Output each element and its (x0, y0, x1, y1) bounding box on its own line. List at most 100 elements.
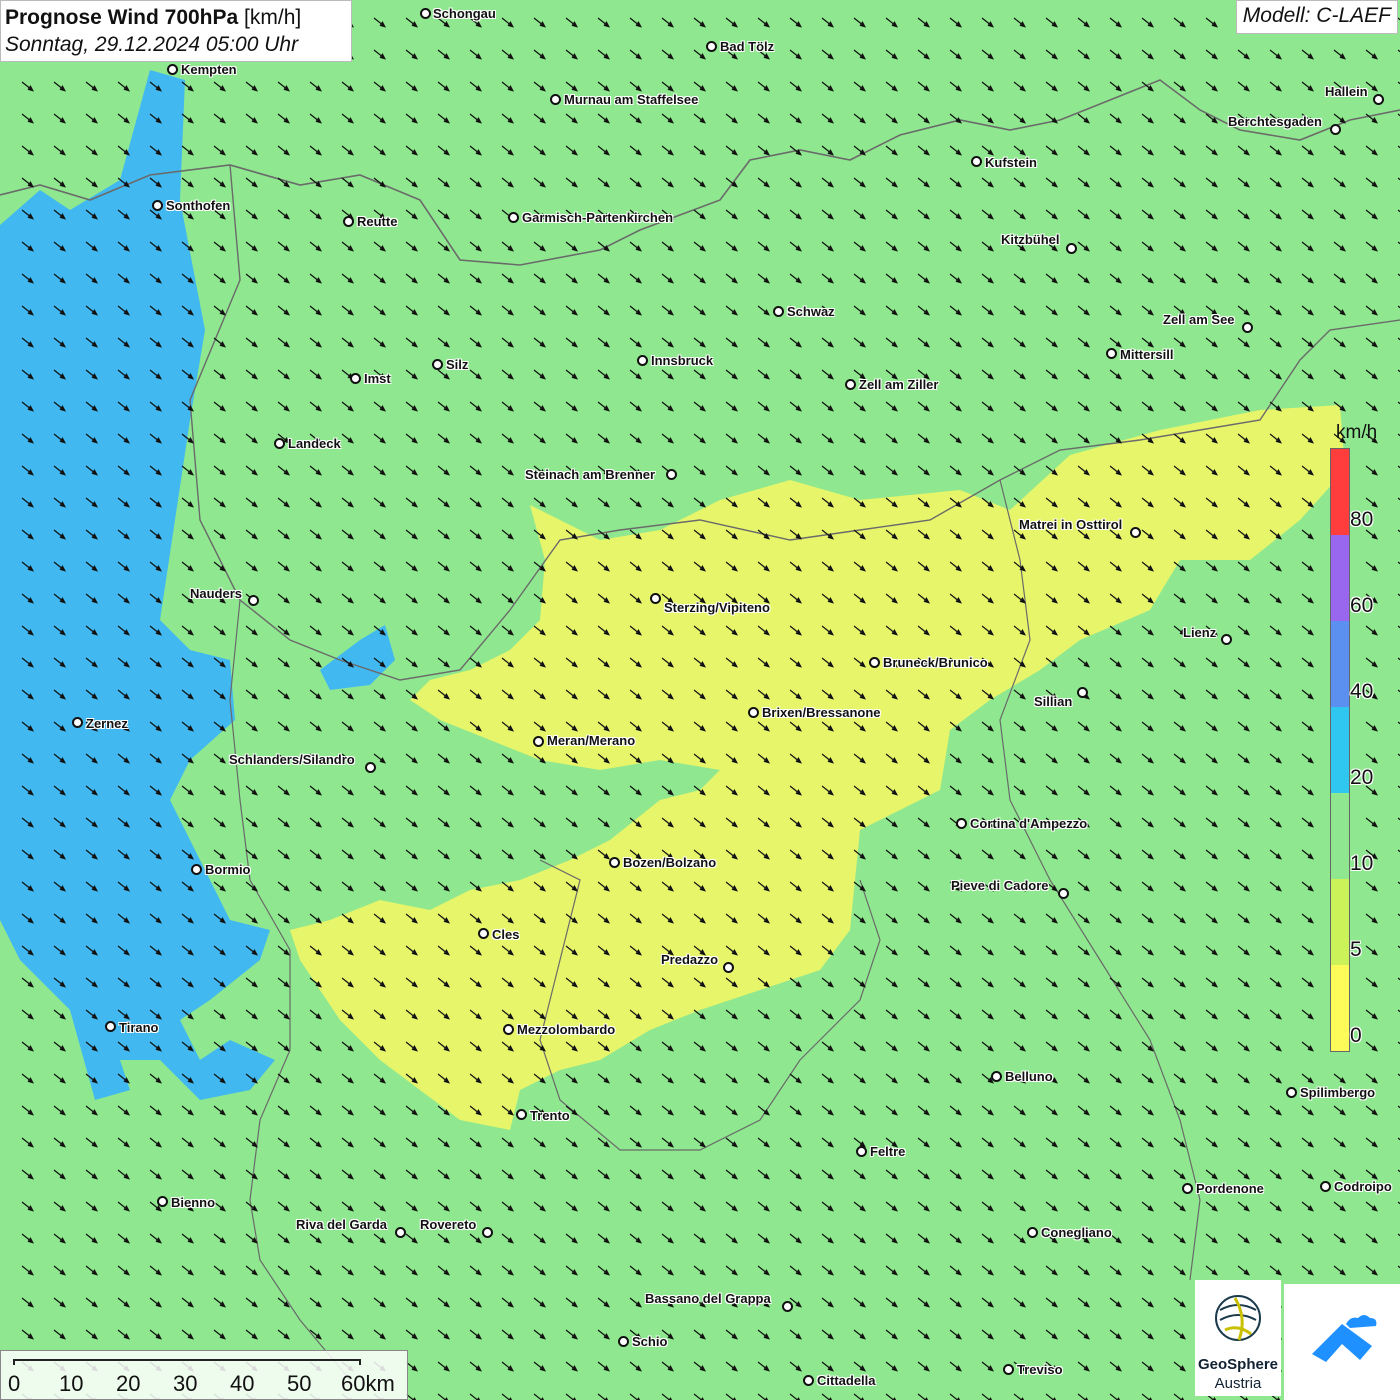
city-dot[interactable] (105, 1021, 116, 1032)
city-label-cittadella[interactable]: Cittadella (817, 1373, 876, 1388)
geosphere-logo[interactable]: GeoSphere Austria (1195, 1280, 1281, 1396)
city-label-sonthofen[interactable]: Sonthofen (166, 198, 230, 213)
city-label-schlanders[interactable]: Schlanders/Silandro (229, 752, 355, 767)
city-dot[interactable] (956, 818, 967, 829)
city-label-bormio[interactable]: Bormio (205, 862, 251, 877)
city-dot[interactable] (350, 373, 361, 384)
city-label-trento[interactable]: Trento (530, 1108, 570, 1123)
city-label-innsbruck[interactable]: Innsbruck (651, 353, 713, 368)
city-label-brixen[interactable]: Brixen/Bressanone (762, 705, 881, 720)
city-dot[interactable] (478, 928, 489, 939)
city-label-cles[interactable]: Cles (492, 927, 519, 942)
city-label-garmisch[interactable]: Garmisch-Partenkirchen (522, 210, 673, 225)
city-dot[interactable] (773, 306, 784, 317)
city-label-rovereto[interactable]: Rovereto (420, 1217, 476, 1232)
city-label-bad-toelz[interactable]: Bad Tölz (720, 39, 774, 54)
city-label-berchtesgaden[interactable]: Berchtesgaden (1228, 114, 1322, 129)
city-dot[interactable] (152, 200, 163, 211)
city-dot[interactable] (167, 64, 178, 75)
city-label-reutte[interactable]: Reutte (357, 214, 397, 229)
city-dot[interactable] (1003, 1364, 1014, 1375)
city-dot[interactable] (706, 41, 717, 52)
city-dot[interactable] (803, 1375, 814, 1386)
city-label-schongau[interactable]: Schongau (433, 6, 496, 21)
city-dot[interactable] (650, 593, 661, 604)
city-dot[interactable] (618, 1336, 629, 1347)
city-dot[interactable] (343, 216, 354, 227)
city-label-imst[interactable]: Imst (364, 371, 391, 386)
city-label-bassano[interactable]: Bassano del Grappa (645, 1291, 771, 1306)
city-label-lienz[interactable]: Lienz (1183, 625, 1216, 640)
city-dot[interactable] (420, 8, 431, 19)
city-label-silz[interactable]: Silz (446, 357, 468, 372)
city-label-mezzolombardo[interactable]: Mezzolombardo (517, 1022, 615, 1037)
city-label-kufstein[interactable]: Kufstein (985, 155, 1037, 170)
city-label-sterzing[interactable]: Sterzing/Vipiteno (664, 600, 770, 615)
city-dot[interactable] (274, 438, 285, 449)
city-dot[interactable] (609, 857, 620, 868)
city-label-treviso[interactable]: Treviso (1017, 1362, 1063, 1377)
city-dot[interactable] (1221, 634, 1232, 645)
city-dot[interactable] (1058, 888, 1069, 899)
city-label-hallein[interactable]: Hallein (1325, 84, 1368, 99)
city-dot[interactable] (971, 156, 982, 167)
city-label-matrei[interactable]: Matrei in Osttirol (1019, 517, 1122, 532)
city-label-zernez[interactable]: Zernez (86, 716, 128, 731)
city-dot[interactable] (1373, 94, 1384, 105)
city-dot[interactable] (1330, 124, 1341, 135)
city-label-schio[interactable]: Schio (632, 1334, 667, 1349)
city-dot[interactable] (1077, 687, 1088, 698)
city-dot[interactable] (748, 707, 759, 718)
city-dot[interactable] (157, 1196, 168, 1207)
city-label-bienno[interactable]: Bienno (171, 1195, 215, 1210)
city-dot[interactable] (1066, 243, 1077, 254)
city-label-belluno[interactable]: Belluno (1005, 1069, 1053, 1084)
city-dot[interactable] (72, 717, 83, 728)
city-dot[interactable] (991, 1071, 1002, 1082)
city-dot[interactable] (432, 359, 443, 370)
city-dot[interactable] (1027, 1227, 1038, 1238)
city-dot[interactable] (533, 736, 544, 747)
city-dot[interactable] (1242, 322, 1253, 333)
city-label-landeck[interactable]: Landeck (288, 436, 341, 451)
city-dot[interactable] (508, 212, 519, 223)
cloud-app-logo[interactable] (1284, 1284, 1400, 1400)
city-dot[interactable] (516, 1109, 527, 1120)
city-dot[interactable] (1286, 1087, 1297, 1098)
city-label-bozen[interactable]: Bozen/Bolzano (623, 855, 716, 870)
city-label-schwaz[interactable]: Schwaz (787, 304, 835, 319)
city-dot[interactable] (482, 1227, 493, 1238)
city-dot[interactable] (395, 1227, 406, 1238)
city-label-pordenone[interactable]: Pordenone (1196, 1181, 1264, 1196)
city-dot[interactable] (666, 469, 677, 480)
city-label-sillian[interactable]: Sillian (1034, 694, 1072, 709)
city-label-mittersill[interactable]: Mittersill (1120, 347, 1173, 362)
city-dot[interactable] (869, 657, 880, 668)
city-label-meran[interactable]: Meran/Merano (547, 733, 635, 748)
city-dot[interactable] (723, 962, 734, 973)
city-dot[interactable] (191, 864, 202, 875)
city-label-cortina[interactable]: Cortina d'Ampezzo (970, 816, 1087, 831)
city-label-zell-am-see[interactable]: Zell am See (1163, 312, 1235, 327)
city-label-codroipo[interactable]: Codroipo (1334, 1179, 1392, 1194)
city-dot[interactable] (1130, 527, 1141, 538)
city-label-riva-del-garda[interactable]: Riva del Garda (296, 1217, 387, 1232)
city-label-murnau[interactable]: Murnau am Staffelsee (564, 92, 698, 107)
city-label-tirano[interactable]: Tirano (119, 1020, 159, 1035)
city-label-kitzbuehel[interactable]: Kitzbühel (1001, 232, 1060, 247)
city-label-kempten[interactable]: Kempten (181, 62, 237, 77)
city-dot[interactable] (550, 94, 561, 105)
city-dot[interactable] (637, 355, 648, 366)
city-label-nauders[interactable]: Nauders (190, 586, 242, 601)
city-label-feltre[interactable]: Feltre (870, 1144, 905, 1159)
city-dot[interactable] (365, 762, 376, 773)
city-dot[interactable] (1106, 348, 1117, 359)
city-dot[interactable] (248, 595, 259, 606)
city-label-zell-am-ziller[interactable]: Zell am Ziller (859, 377, 938, 392)
city-dot[interactable] (1320, 1181, 1331, 1192)
city-dot[interactable] (856, 1146, 867, 1157)
city-label-steinach[interactable]: Steinach am Brenner (525, 467, 655, 482)
city-label-spilimbergo[interactable]: Spilimbergo (1300, 1085, 1375, 1100)
city-label-conegliano[interactable]: Conegliano (1041, 1225, 1112, 1240)
city-dot[interactable] (503, 1024, 514, 1035)
